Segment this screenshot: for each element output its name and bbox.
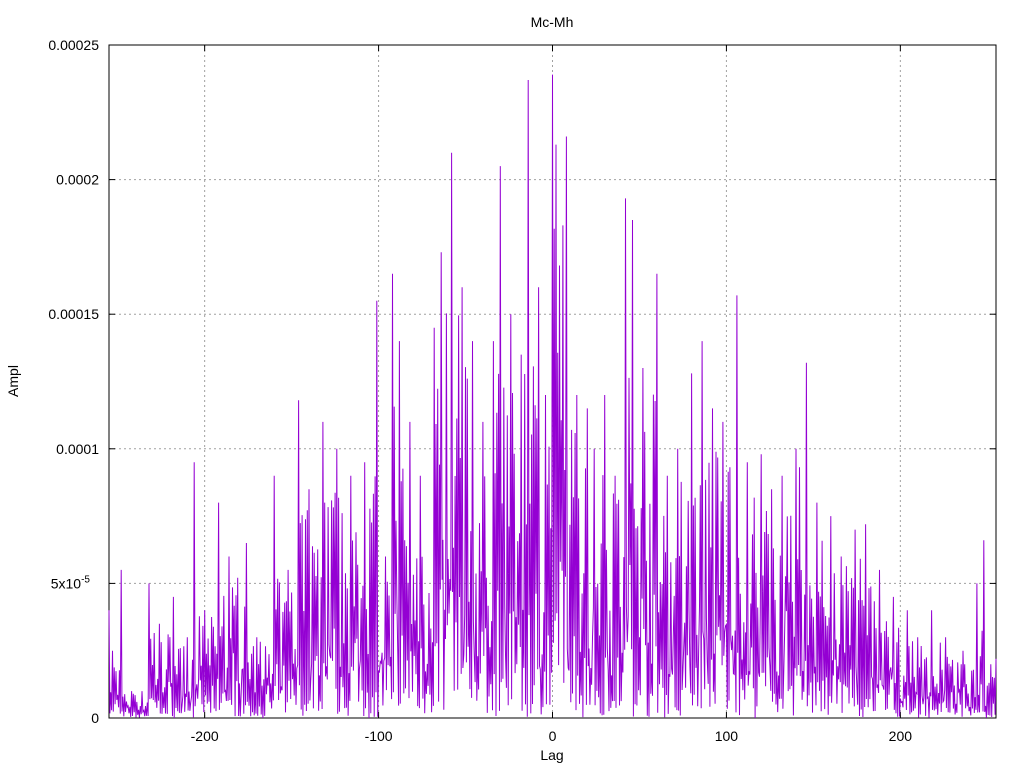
chart-svg: -200 -100 0 100 200 0 5x10-5 0.0001 0.00015 0.00… (5, 14, 997, 763)
y-tick-labels: 0 5x10-5 0.0001 0.00015 0.0002 0.00025 (48, 37, 99, 726)
y-tick-label: 0 (91, 710, 99, 726)
y-tick-label: 5x10-5 (51, 574, 91, 591)
y-tick-label: 0.00025 (48, 37, 99, 53)
x-tick-label: 0 (549, 728, 557, 744)
x-tick-label: -200 (191, 728, 219, 744)
y-tick-label: 0.0002 (56, 172, 99, 188)
chart-title: Mc-Mh (531, 14, 574, 30)
y-tick-label: 0.0001 (56, 441, 99, 457)
y-tick-label: 0.00015 (48, 306, 99, 322)
x-tick-labels: -200 -100 0 100 200 (191, 728, 913, 744)
y-tick-exponent: -5 (81, 574, 90, 585)
x-tick-label: -100 (365, 728, 393, 744)
y-axis-label: Ampl (5, 365, 21, 397)
x-tick-label: 200 (889, 728, 913, 744)
x-axis-label: Lag (540, 747, 563, 763)
x-tick-label: 100 (715, 728, 739, 744)
